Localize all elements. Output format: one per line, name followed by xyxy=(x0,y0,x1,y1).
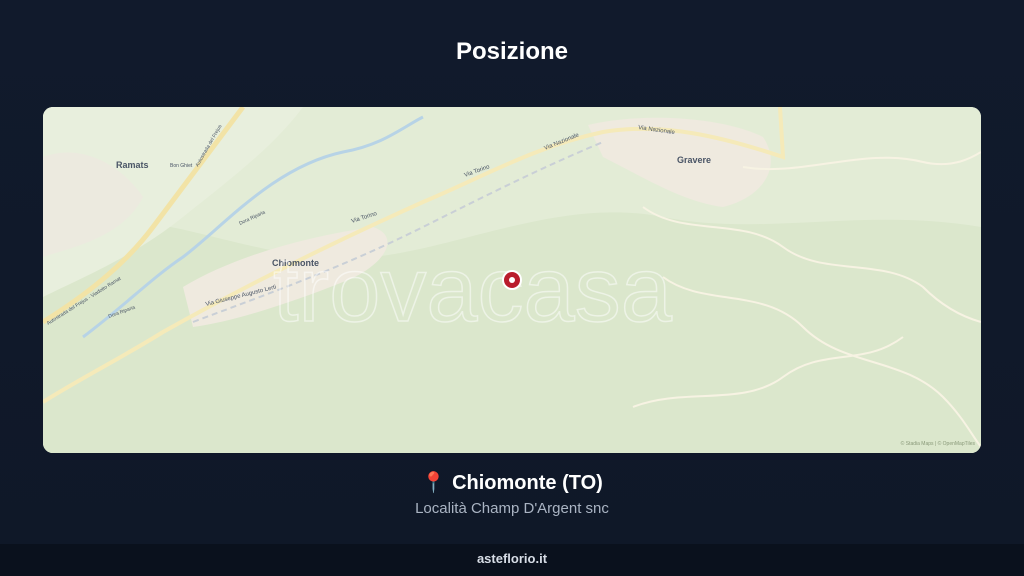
watermark-logo: trovacasa xyxy=(273,239,673,341)
location-name: Chiomonte (TO) xyxy=(452,472,603,494)
footer: asteflorio.it xyxy=(0,544,1024,576)
page-title: Posizione xyxy=(455,38,569,65)
map-view[interactable]: Ramats Bon Ghiet Chiomonte Gravere Via T… xyxy=(43,107,981,453)
map-pin-icon: 📍 xyxy=(421,472,447,494)
location-heading: 📍 Chiomonte (TO) xyxy=(0,470,1024,495)
location-marker-icon[interactable] xyxy=(502,270,522,290)
map-canvas: Ramats Bon Ghiet Chiomonte Gravere Via T… xyxy=(43,107,981,453)
label-gravere: Gravere xyxy=(677,155,711,165)
map-attribution[interactable]: © Stadia Maps | © OpenMapTiles xyxy=(901,440,976,447)
label-ramats-sub: Bon Ghiet xyxy=(170,163,193,169)
location-address: Località Champ D'Argent snc xyxy=(415,500,609,517)
label-ramats: Ramats xyxy=(116,160,149,170)
footer-site-link[interactable]: asteflorio.it xyxy=(477,551,547,566)
